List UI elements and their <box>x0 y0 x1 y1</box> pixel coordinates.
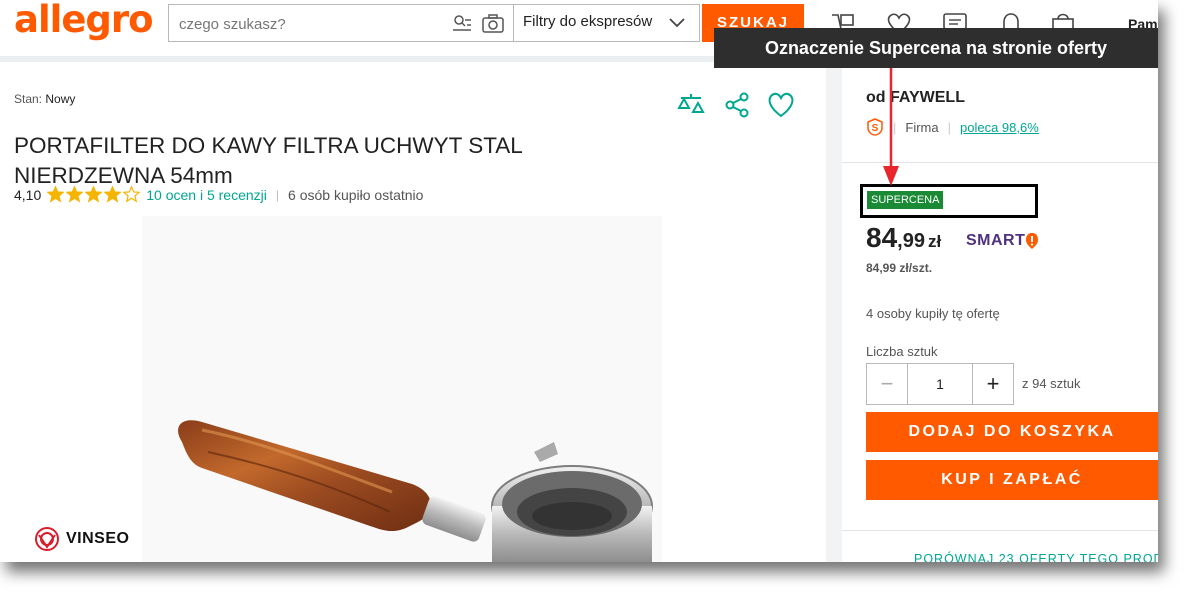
condition-value: Nowy <box>45 92 76 106</box>
quantity-minus-button[interactable]: − <box>867 364 907 404</box>
smart-label: SMART <box>966 232 1026 249</box>
condition-label: Stan: <box>14 92 43 106</box>
star-empty-icon <box>123 186 141 203</box>
price: 84,99 zł <box>866 222 941 254</box>
camera-search-icon[interactable] <box>481 13 505 35</box>
product-title: PORTAFILTER DO KAWY FILTRA UCHWYT STAL N… <box>14 133 522 189</box>
allegro-logo[interactable]: allegro <box>14 0 154 41</box>
portafilter-image <box>178 420 653 562</box>
star-filled-icon <box>104 186 122 203</box>
rating-stars <box>47 186 141 203</box>
unit-price: 84,99 zł/szt. <box>866 261 933 275</box>
search-bar: Filtry do ekspresów <box>168 4 700 42</box>
add-to-cart-button[interactable]: DODAJ DO KOSZYKA <box>866 412 1158 452</box>
seller-separator: | <box>947 119 951 135</box>
product-page: allegro Filtry do ekspresów SZUKAJ <box>0 0 1158 562</box>
supercena-badge: SUPERCENA <box>867 191 944 209</box>
annotation-arrow-icon <box>883 68 899 186</box>
quantity-label: Liczba sztuk <box>866 344 938 359</box>
chevron-down-icon[interactable] <box>667 14 687 32</box>
star-filled-icon <box>85 186 103 203</box>
smart-exclamation-icon <box>1026 233 1039 249</box>
quantity-stepper: − + <box>866 363 1014 405</box>
quantity-available: z 94 sztuk <box>1022 376 1081 391</box>
rating-separator: | <box>275 187 280 202</box>
condition: Stan: Nowy <box>14 92 75 106</box>
search-history-icon[interactable] <box>451 13 475 35</box>
offer-buyers: 4 osoby kupiły tę ofertę <box>866 306 1000 321</box>
buy-now-button[interactable]: KUP I ZAPŁAĆ <box>866 460 1158 500</box>
price-cents: ,99 <box>897 230 925 252</box>
smart-badge: SMART <box>966 232 1039 250</box>
compare-scale-icon[interactable] <box>676 90 706 120</box>
rating-row: 4,10 10 ocen i 5 recenzji | 6 osób kupił… <box>14 186 423 203</box>
price-main: 84 <box>866 222 898 253</box>
seller-type: Firma <box>905 119 939 135</box>
seller-name[interactable]: od FAYWELL <box>866 89 965 107</box>
recent-buyers: 6 osób kupiło ostatnio <box>288 186 424 203</box>
star-filled-icon <box>66 186 84 203</box>
vinseo-watermark: VINSEO <box>34 526 129 552</box>
svg-text:S: S <box>872 123 879 134</box>
vinseo-logo-icon <box>35 527 59 551</box>
annotation-callout: Oznaczenie Supercena na stronie oferty <box>714 28 1158 68</box>
divider <box>842 530 1158 531</box>
column-gutter <box>826 62 842 562</box>
search-input[interactable] <box>177 13 431 35</box>
vinseo-text: VINSEO <box>66 530 130 547</box>
rating-score: 4,10 <box>14 186 42 203</box>
seller-recommend-link[interactable]: poleca 98,6% <box>960 120 1039 135</box>
quantity-input[interactable] <box>907 363 973 405</box>
search-divider <box>513 5 514 41</box>
share-icon[interactable] <box>722 90 752 120</box>
product-main: Stan: Nowy PORTAFILTER DO KAWY FILTRA UC… <box>0 62 826 562</box>
star-filled-icon <box>47 186 65 203</box>
favorite-heart-icon[interactable] <box>766 90 796 120</box>
super-seller-icon: S <box>867 118 883 136</box>
reviews-link[interactable]: 10 ocen i 5 recenzji <box>146 187 267 203</box>
product-image[interactable] <box>142 216 662 562</box>
category-select[interactable]: Filtry do ekspresów <box>523 13 652 30</box>
price-currency: zł <box>927 232 942 251</box>
compare-offers-link[interactable]: PORÓWNAJ 23 OFERTY TEGO PRODU... <box>914 552 1158 562</box>
quantity-plus-button[interactable]: + <box>973 364 1013 404</box>
